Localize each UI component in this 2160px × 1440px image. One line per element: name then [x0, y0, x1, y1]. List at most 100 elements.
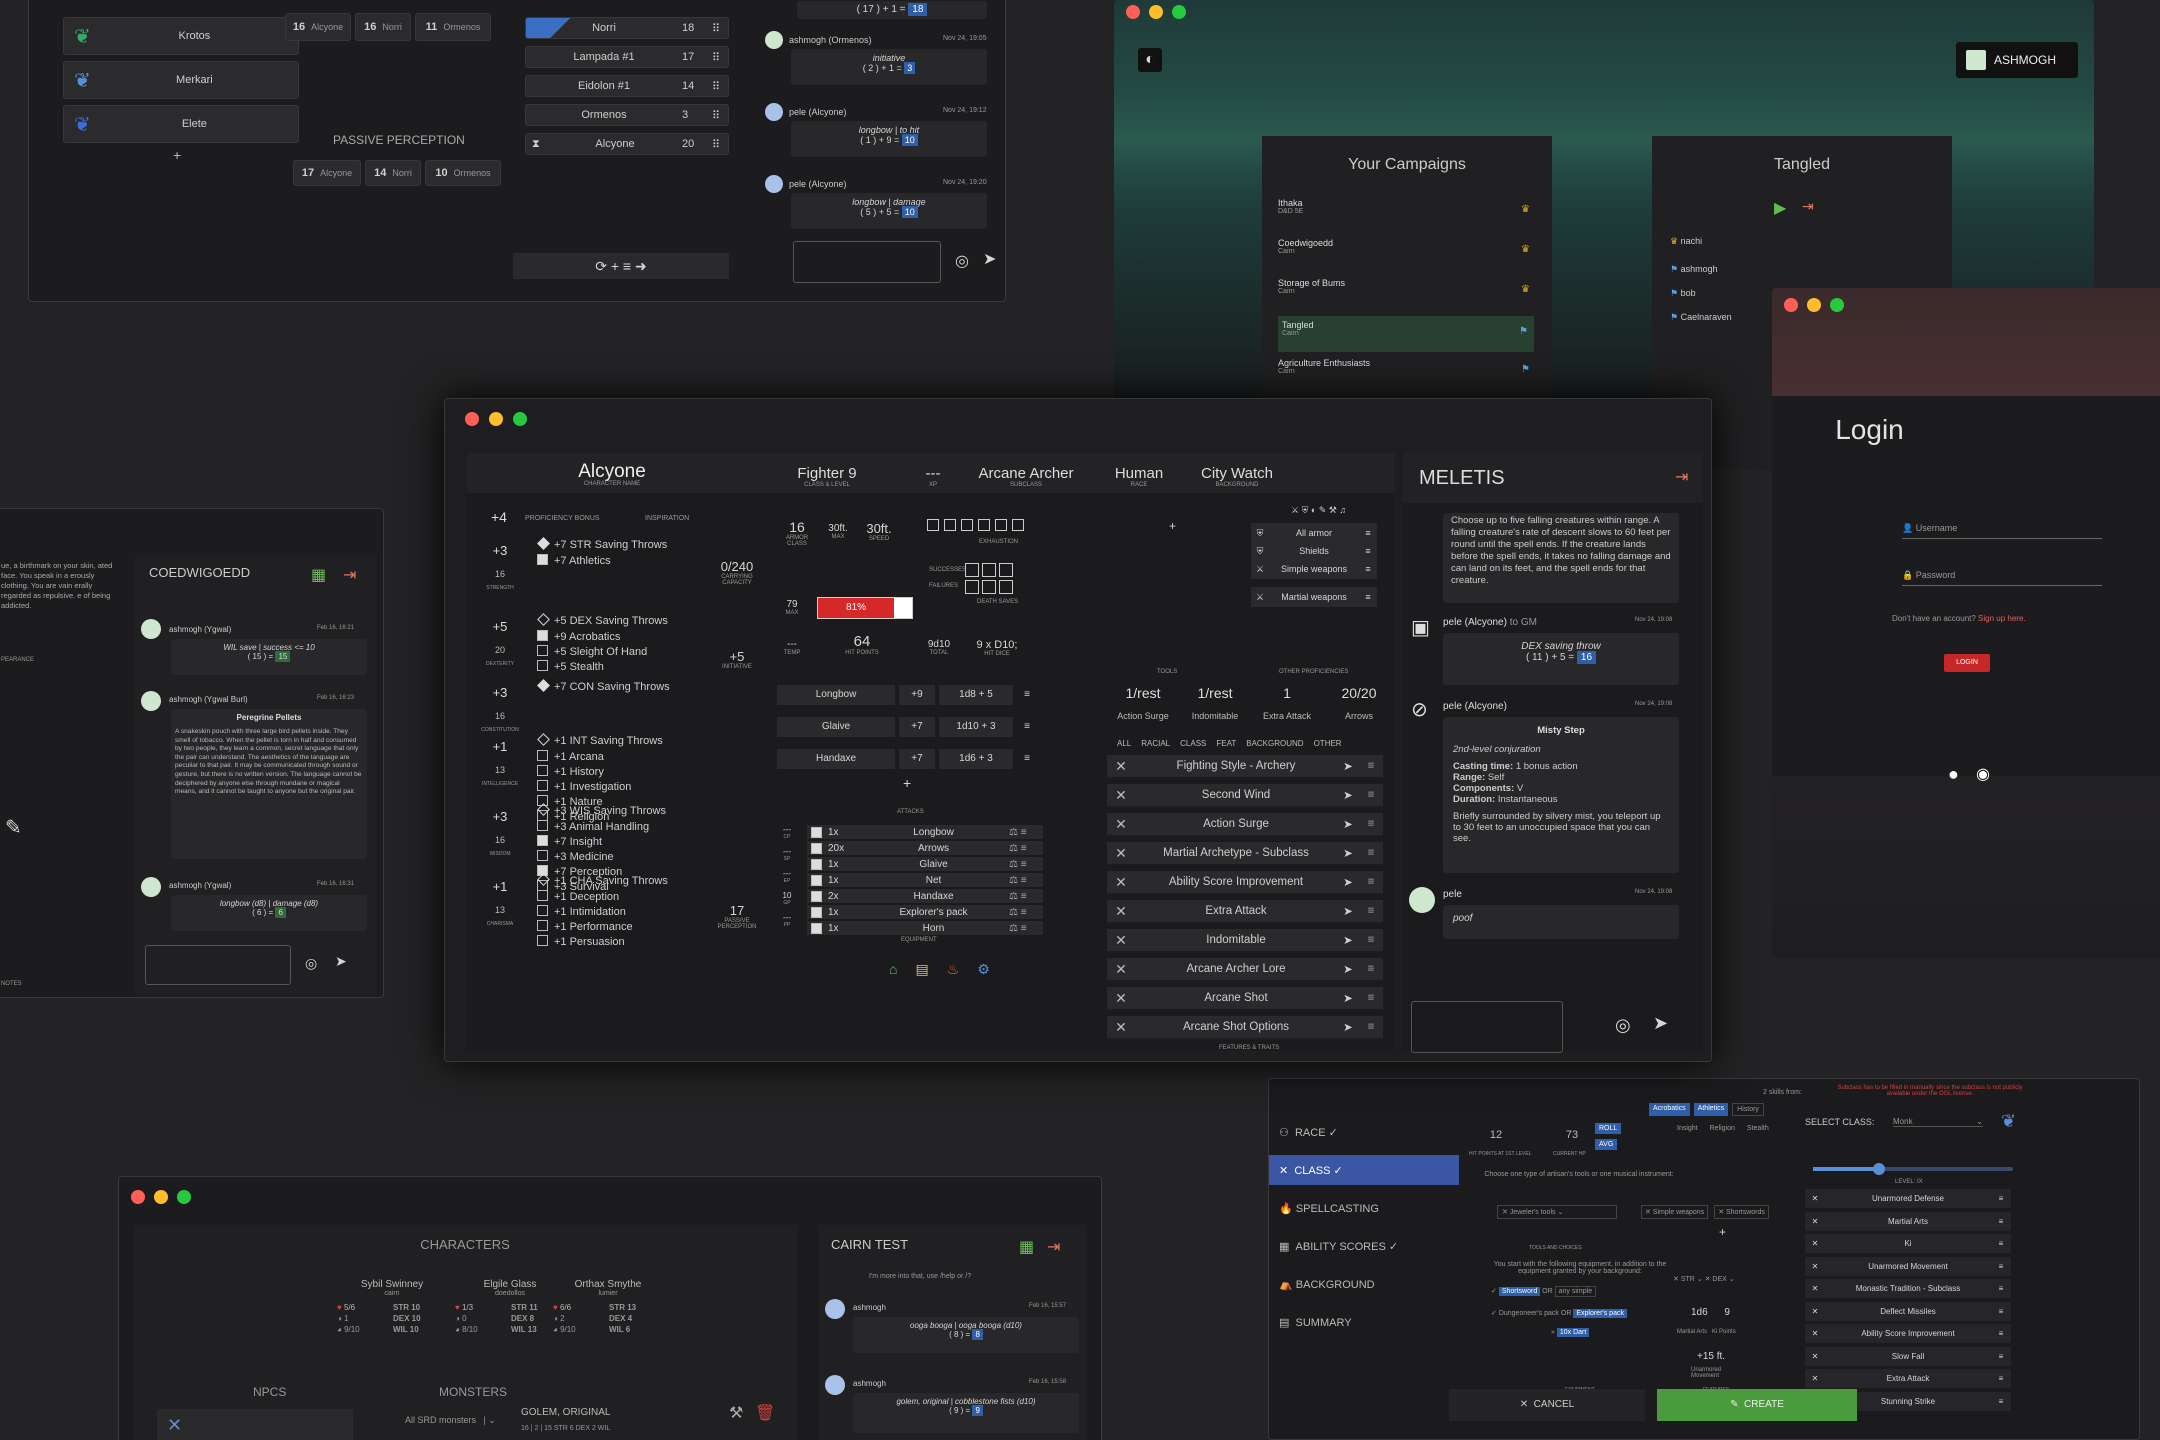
class-select[interactable]: Monk ⌄: [1893, 1117, 1983, 1127]
menu-icon[interactable]: ≡: [1359, 1021, 1383, 1033]
equipment-row[interactable]: 1x Net ⚖ ≡: [807, 873, 1043, 887]
resource-counter[interactable]: 1/rest Action Surge: [1107, 685, 1179, 721]
feature-row[interactable]: ✕ Monastic Tradition - Subclass ≡: [1805, 1279, 2011, 1298]
skill-chip[interactable]: Religion: [1706, 1123, 1739, 1134]
checkbox[interactable]: [537, 920, 548, 931]
equipped-checkbox[interactable]: [811, 858, 822, 870]
checkbox[interactable]: [537, 765, 548, 776]
initiative-row[interactable]: ⧗ Alcyone 20 ⠿: [525, 133, 729, 155]
npc-item[interactable]: ✕: [157, 1409, 353, 1440]
death-save-box[interactable]: [982, 563, 996, 577]
equipped-checkbox[interactable]: [811, 874, 822, 886]
menu-icon[interactable]: ≡: [1359, 546, 1377, 556]
skill-row[interactable]: +1 Performance: [537, 920, 668, 935]
step-background[interactable]: ⛺ BACKGROUND: [1269, 1269, 1459, 1299]
skill-chip[interactable]: Athletics: [1693, 1103, 1729, 1116]
close-icon[interactable]: ✕: [1805, 1194, 1825, 1203]
book-icon[interactable]: ▤: [915, 961, 928, 978]
skill-row[interactable]: +3 WIS Saving Throws: [537, 803, 666, 820]
campaign-item[interactable]: Agriculture Enthusiasts Cairn ⚑: [1278, 358, 1534, 392]
menu-icon[interactable]: ≡: [1359, 760, 1383, 772]
monster-card[interactable]: GOLEM, ORIGINAL 16 | 2 | 15 STR 6 DEX 2 …: [439, 1395, 679, 1440]
menu-icon[interactable]: ≡: [1359, 992, 1383, 1004]
fire-icon[interactable]: ♨: [947, 961, 960, 978]
ability-modifier[interactable]: +1: [485, 879, 515, 894]
close-icon[interactable]: ✕: [1107, 787, 1135, 804]
weapon-row[interactable]: Glaive +7 1d10 + 3 ≡: [777, 717, 1039, 737]
skill-row[interactable]: +5 Stealth: [537, 660, 668, 675]
equipment-row[interactable]: 1x Explorer's pack ⚖ ≡: [807, 905, 1043, 919]
exhaustion-box[interactable]: [961, 519, 973, 531]
skill-row[interactable]: +5 DEX Saving Throws: [537, 613, 668, 630]
close-icon[interactable]: ✕: [1107, 758, 1135, 775]
menu-icon[interactable]: ≡: [1991, 1194, 2011, 1203]
ability-score[interactable]: 16: [485, 569, 515, 579]
feature-row[interactable]: ✕ Martial Arts ≡: [1805, 1211, 2011, 1231]
filter-tab[interactable]: OTHER: [1314, 739, 1342, 748]
class-level[interactable]: Fighter 9: [767, 465, 887, 482]
github-icon[interactable]: ●: [1948, 764, 1959, 785]
exhaustion-box[interactable]: [927, 519, 939, 531]
exhaustion-boxes[interactable]: [927, 519, 1024, 531]
coin[interactable]: --- EP: [777, 869, 797, 884]
coin[interactable]: --- SP: [777, 847, 797, 862]
menu-icon[interactable]: ≡: [1991, 1307, 2011, 1316]
ability-modifier[interactable]: +3: [485, 809, 515, 824]
send-icon[interactable]: ➤: [1337, 904, 1359, 918]
skill-row[interactable]: +9 Acrobatics: [537, 630, 668, 645]
checkbox[interactable]: [537, 630, 548, 641]
send-icon[interactable]: ➤: [1337, 933, 1359, 947]
initiative-row[interactable]: Ormenos 3 ⠿: [525, 104, 729, 126]
step-spellcasting[interactable]: 🔥 SPELLCASTING: [1269, 1193, 1459, 1223]
close-icon[interactable]: ✕: [1805, 1374, 1825, 1383]
pencil-icon[interactable]: ✎: [5, 815, 22, 840]
filter-tab[interactable]: RACIAL: [1141, 739, 1170, 748]
exhaustion-box[interactable]: [944, 519, 956, 531]
close-icon[interactable]: ✕: [1107, 874, 1135, 891]
skill-row[interactable]: +1 Intimidation: [537, 905, 668, 920]
skill-row[interactable]: +1 CHA Saving Throws: [537, 873, 668, 890]
send-icon[interactable]: ➤: [1337, 1020, 1359, 1034]
save-diamond-icon[interactable]: [537, 613, 550, 626]
checkbox[interactable]: [537, 850, 548, 861]
death-save-box[interactable]: [982, 580, 996, 594]
skill-chip[interactable]: Stealth: [1743, 1123, 1773, 1134]
checkbox[interactable]: [537, 935, 548, 946]
feature-row[interactable]: ✕ Second Wind ➤ ≡: [1107, 784, 1383, 808]
save-diamond-icon[interactable]: [537, 803, 550, 816]
signup-link[interactable]: Sign up here.: [1978, 614, 2026, 623]
close-icon[interactable]: ✕: [1805, 1284, 1825, 1293]
send-icon[interactable]: ➤: [1337, 788, 1359, 802]
menu-icon[interactable]: ≡: [1359, 564, 1377, 574]
character-card[interactable]: Orthax Smythe lumier ♥ 6/6 STR 13 ◑ 2 DEX 4 ◕…: [543, 1279, 673, 1334]
feature-row[interactable]: ✕ Indomitable ➤ ≡: [1107, 929, 1383, 953]
equipped-checkbox[interactable]: [811, 890, 822, 902]
menu-icon[interactable]: ≡: [1991, 1239, 2011, 1248]
skill-row[interactable]: +1 Deception: [537, 890, 668, 905]
exit-icon[interactable]: ⇥: [1047, 1237, 1060, 1257]
menu-icon[interactable]: ≡: [1991, 1262, 2011, 1271]
character-card[interactable]: Sybil Swinney cairn ♥ 5/6 STR 10 ◑ 1 DEX 10 ◕…: [337, 1279, 447, 1334]
filter-tab[interactable]: CLASS: [1180, 739, 1206, 748]
ability-score[interactable]: 13: [485, 905, 515, 915]
checkbox[interactable]: [537, 890, 548, 901]
prof-chip[interactable]: ✕ Shortswords: [1714, 1205, 1769, 1219]
gear-icon[interactable]: ⚙: [977, 961, 990, 978]
equipment-row[interactable]: 20x Arrows ⚖ ≡: [807, 841, 1043, 855]
xp-value[interactable]: ---: [913, 465, 953, 482]
equipment-row[interactable]: 1x Horn ⚖ ≡: [807, 921, 1043, 935]
ability-modifier[interactable]: +3: [485, 543, 515, 558]
checkbox[interactable]: [537, 660, 548, 671]
add-icon[interactable]: +: [1719, 1225, 1726, 1239]
initiative-row[interactable]: Norri 18 ⠿: [525, 17, 729, 39]
initiative-row[interactable]: Lampada #1 17 ⠿: [525, 46, 729, 68]
menu-icon[interactable]: ≡: [1359, 934, 1383, 946]
feature-row[interactable]: ✕ Action Surge ➤ ≡: [1107, 813, 1383, 837]
weapon-row[interactable]: Longbow +9 1d8 + 5 ≡: [777, 685, 1039, 705]
close-icon[interactable]: ✕: [1107, 990, 1135, 1007]
globe-icon[interactable]: ◎: [305, 955, 317, 972]
save-diamond-icon[interactable]: [537, 733, 550, 746]
campaign-item-selected[interactable]: Tangled Cairn ⚑: [1278, 316, 1534, 352]
menu-icon[interactable]: ≡: [1359, 528, 1377, 538]
coin[interactable]: --- CP: [777, 825, 797, 840]
